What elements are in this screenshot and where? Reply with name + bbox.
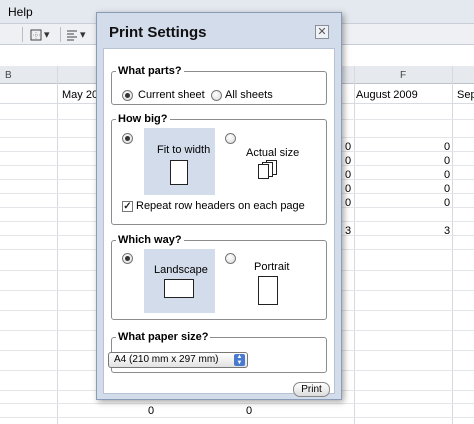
chevron-down-icon: ▾ xyxy=(80,29,86,41)
how-big-section: How big? Fit to width Actual size ✓ Repe… xyxy=(111,113,327,225)
actual-size-radio[interactable] xyxy=(225,133,236,144)
align-icon xyxy=(67,30,77,40)
align-button[interactable]: ▾ xyxy=(66,27,86,42)
cell-value[interactable]: 0 xyxy=(345,155,351,167)
print-settings-dialog: Print Settings ✕ What parts? Current she… xyxy=(96,12,342,400)
column-b-header[interactable]: B xyxy=(5,70,12,81)
borders-button[interactable]: ▾ xyxy=(30,27,50,42)
cell-value[interactable]: 0 xyxy=(444,155,450,167)
close-icon: ✕ xyxy=(317,25,327,38)
cell-value[interactable]: 0 xyxy=(444,141,450,153)
cell-value[interactable]: 0 xyxy=(345,183,351,195)
borders-icon xyxy=(30,29,42,40)
cell-august-2009[interactable]: August 2009 xyxy=(356,89,418,101)
cell-value[interactable]: 3 xyxy=(345,225,351,237)
cell-value[interactable]: 0 xyxy=(345,169,351,181)
actual-size-label[interactable]: Actual size xyxy=(246,147,299,159)
cell-september[interactable]: Sep xyxy=(457,89,474,101)
fit-to-width-option[interactable]: Fit to width xyxy=(144,128,215,195)
toolbar-separator xyxy=(22,27,23,42)
landscape-radio[interactable] xyxy=(122,253,133,264)
all-sheets-radio[interactable] xyxy=(211,90,222,101)
all-sheets-label[interactable]: All sheets xyxy=(225,89,273,101)
fit-to-width-radio[interactable] xyxy=(122,133,133,144)
paper-size-legend: What paper size? xyxy=(118,331,209,343)
toolbar-separator xyxy=(60,27,61,42)
paper-size-value: A4 (210 mm x 297 mm) xyxy=(114,354,219,365)
current-sheet-radio[interactable] xyxy=(122,90,133,101)
cell-value[interactable]: 0 xyxy=(444,169,450,181)
how-big-legend: How big? xyxy=(118,113,168,125)
what-parts-legend: What parts? xyxy=(118,65,182,77)
cell-value[interactable]: 0 xyxy=(345,141,351,153)
portrait-label[interactable]: Portrait xyxy=(254,261,289,273)
repeat-headers-checkbox[interactable]: ✓ xyxy=(122,201,133,212)
grid-line xyxy=(0,403,474,404)
portrait-page-icon xyxy=(258,276,278,305)
cell-value[interactable]: 0 xyxy=(148,405,154,417)
dialog-body: What parts? Current sheet All sheets How… xyxy=(103,48,335,394)
repeat-headers-label[interactable]: Repeat row headers on each page xyxy=(136,200,305,212)
multi-page-icon xyxy=(258,160,282,180)
which-way-legend: Which way? xyxy=(118,234,182,246)
cell-may[interactable]: May 20 xyxy=(62,89,98,101)
column-f-header[interactable]: F xyxy=(400,70,406,81)
menu-help[interactable]: Help xyxy=(8,5,33,19)
cell-value[interactable]: 0 xyxy=(444,197,450,209)
cell-value[interactable]: 0 xyxy=(345,197,351,209)
fit-to-width-label: Fit to width xyxy=(157,144,211,156)
what-parts-section: What parts? Current sheet All sheets xyxy=(111,65,327,105)
chevron-down-icon: ▾ xyxy=(44,29,50,41)
which-way-section: Which way? Landscape Portrait xyxy=(111,234,327,320)
landscape-option[interactable]: Landscape xyxy=(144,249,215,313)
landscape-page-icon xyxy=(164,279,194,298)
grid-line xyxy=(0,417,474,418)
print-button[interactable]: Print xyxy=(293,382,330,397)
cell-value[interactable]: 3 xyxy=(444,225,450,237)
dialog-title: Print Settings xyxy=(109,24,207,41)
current-sheet-label[interactable]: Current sheet xyxy=(138,89,205,101)
select-arrows-icon: ▲ ▼ xyxy=(234,354,245,366)
page-icon xyxy=(170,160,188,185)
cell-value[interactable]: 0 xyxy=(246,405,252,417)
cell-value[interactable]: 0 xyxy=(444,183,450,195)
landscape-label: Landscape xyxy=(154,264,208,276)
portrait-radio[interactable] xyxy=(225,253,236,264)
paper-size-select[interactable]: A4 (210 mm x 297 mm) ▲ ▼ xyxy=(108,352,248,368)
close-button[interactable]: ✕ xyxy=(315,25,329,39)
